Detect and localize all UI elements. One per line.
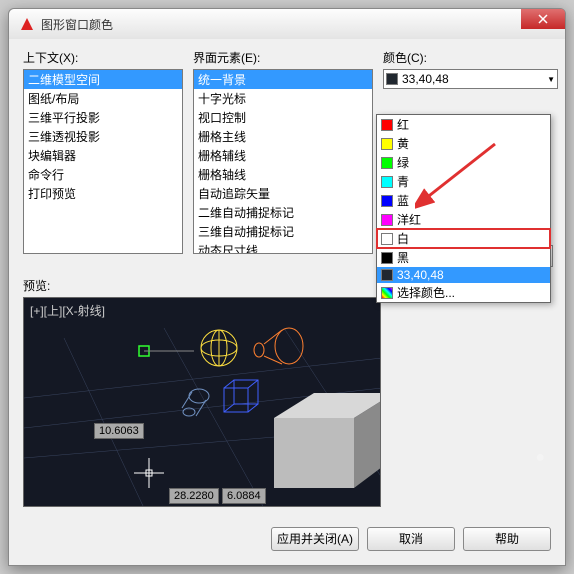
element-item[interactable]: 二维自动捕捉标记 — [194, 203, 372, 222]
color-option[interactable]: 33,40,48 — [377, 267, 550, 283]
color-option-label: 黑 — [397, 249, 409, 266]
element-item[interactable]: 十字光标 — [194, 89, 372, 108]
close-button[interactable] — [521, 9, 565, 29]
color-option-label: 洋红 — [397, 211, 421, 228]
selected-swatch — [386, 73, 398, 85]
element-item[interactable]: 视口控制 — [194, 108, 372, 127]
preview-canvas: [+][上][X-射线] — [23, 297, 381, 507]
context-item[interactable]: 图纸/布局 — [24, 89, 182, 108]
help-button[interactable]: 帮助 — [463, 527, 551, 551]
context-item[interactable]: 三维透视投影 — [24, 127, 182, 146]
preview-scene — [24, 298, 381, 507]
color-label: 颜色(C): — [383, 49, 558, 66]
color-option-label: 33,40,48 — [397, 268, 444, 282]
color-option-label: 白 — [397, 230, 409, 247]
color-option[interactable]: 红 — [377, 115, 550, 134]
context-item[interactable]: 三维平行投影 — [24, 108, 182, 127]
color-option-label: 青 — [397, 173, 409, 190]
element-item[interactable]: 自动追踪矢量 — [194, 184, 372, 203]
watermark: ● — [535, 449, 545, 467]
selected-color-text: 33,40,48 — [402, 72, 449, 86]
element-item[interactable]: 动态尺寸线 — [194, 241, 372, 254]
context-item[interactable]: 打印预览 — [24, 184, 182, 203]
color-swatch-icon — [381, 119, 393, 131]
color-swatch-icon — [381, 233, 393, 245]
elements-listbox[interactable]: 统一背景十字光标视口控制栅格主线栅格辅线栅格轴线自动追踪矢量二维自动捕捉标记三维… — [193, 69, 373, 254]
chevron-down-icon: ▼ — [547, 75, 555, 84]
color-option-label: 蓝 — [397, 192, 409, 209]
element-item[interactable]: 统一背景 — [194, 70, 372, 89]
app-icon — [19, 16, 35, 32]
color-swatch-icon — [381, 176, 393, 188]
color-option[interactable]: 选择颜色... — [377, 283, 550, 302]
color-swatch-icon — [381, 138, 393, 150]
color-option-label: 红 — [397, 116, 409, 133]
coord-b: 28.2280 — [169, 488, 219, 504]
coord-c: 6.0884 — [222, 488, 266, 504]
close-icon — [538, 14, 548, 24]
color-swatch-icon — [381, 252, 393, 264]
context-item[interactable]: 块编辑器 — [24, 146, 182, 165]
coord-a: 10.6063 — [94, 423, 144, 439]
color-swatch-icon — [381, 214, 393, 226]
color-option-label: 黄 — [397, 135, 409, 152]
color-swatch-icon — [381, 287, 393, 299]
context-listbox[interactable]: 二维模型空间图纸/布局三维平行投影三维透视投影块编辑器命令行打印预览 — [23, 69, 183, 254]
color-option-label: 绿 — [397, 154, 409, 171]
apply-close-button[interactable]: 应用并关闭(A) — [271, 527, 359, 551]
context-item[interactable]: 二维模型空间 — [24, 70, 182, 89]
elements-label: 界面元素(E): — [193, 49, 373, 66]
element-item[interactable]: 栅格轴线 — [194, 165, 372, 184]
color-option[interactable]: 黄 — [377, 134, 550, 153]
color-option[interactable]: 洋红 — [377, 210, 550, 229]
color-option-label: 选择颜色... — [397, 284, 455, 301]
color-option[interactable]: 绿 — [377, 153, 550, 172]
context-label: 上下文(X): — [23, 49, 183, 66]
title-text: 图形窗口颜色 — [41, 16, 521, 33]
color-option[interactable]: 黑 — [377, 248, 550, 267]
color-dropdown[interactable]: 红黄绿青蓝洋红白黑 33,40,48 选择颜色... — [376, 114, 551, 303]
color-swatch-icon — [381, 269, 393, 281]
color-swatch-icon — [381, 157, 393, 169]
color-select[interactable]: 33,40,48 ▼ — [383, 69, 558, 89]
element-item[interactable]: 三维自动捕捉标记 — [194, 222, 372, 241]
dialog-window: 图形窗口颜色 上下文(X): 二维模型空间图纸/布局三维平行投影三维透视投影块编… — [8, 8, 566, 566]
element-item[interactable]: 栅格主线 — [194, 127, 372, 146]
element-item[interactable]: 栅格辅线 — [194, 146, 372, 165]
context-item[interactable]: 命令行 — [24, 165, 182, 184]
color-option[interactable]: 白 — [377, 229, 550, 248]
titlebar[interactable]: 图形窗口颜色 — [9, 9, 565, 39]
color-option[interactable]: 青 — [377, 172, 550, 191]
cancel-button[interactable]: 取消 — [367, 527, 455, 551]
color-option[interactable]: 蓝 — [377, 191, 550, 210]
color-swatch-icon — [381, 195, 393, 207]
